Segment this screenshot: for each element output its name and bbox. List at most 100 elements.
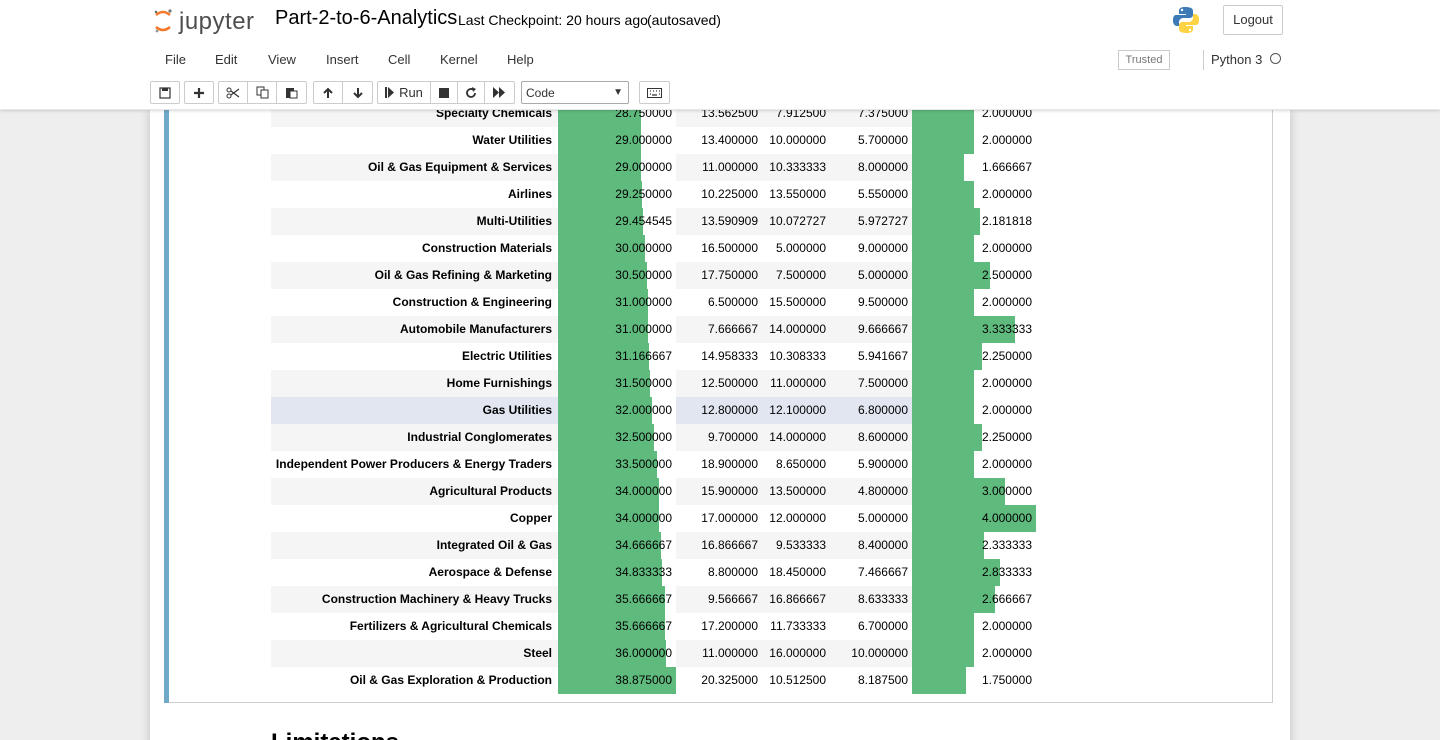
cell-value: 34.833333 <box>615 565 672 579</box>
table-row: Gas Utilities 32.000000 12.800000 12.100000… <box>271 397 1036 424</box>
chevron-down-icon: ▼ <box>613 87 623 98</box>
insert-cell-button[interactable] <box>185 82 213 103</box>
cell-value: 6.700000 <box>857 619 908 633</box>
menu-edit[interactable]: Edit <box>215 52 237 67</box>
cell-value: 9.666667 <box>857 322 908 336</box>
cell-value: 7.500000 <box>775 268 826 282</box>
cell-value: 1.750000 <box>981 673 1032 687</box>
menu-insert[interactable]: Insert <box>326 52 359 67</box>
table-cell-c2: 10.225000 <box>676 181 762 208</box>
table-cell-c2: 18.900000 <box>676 451 762 478</box>
jupyter-logo[interactable]: jupyter <box>153 6 263 36</box>
cell-value: 38.875000 <box>615 673 672 687</box>
cell-value: 18.450000 <box>769 565 826 579</box>
copy-button[interactable] <box>248 82 277 103</box>
row-label: Integrated Oil & Gas <box>271 532 558 559</box>
cell-value: 14.000000 <box>769 430 826 444</box>
cell-value: 10.000000 <box>851 646 908 660</box>
cell-value: 9.566667 <box>707 592 758 606</box>
row-label: Automobile Manufacturers <box>271 316 558 343</box>
cell-value: 12.500000 <box>701 376 758 390</box>
command-palette-group <box>639 81 670 104</box>
logout-button[interactable]: Logout <box>1223 5 1283 35</box>
menu-file[interactable]: File <box>165 52 186 67</box>
cell-value: 2.500000 <box>981 268 1032 282</box>
move-up-button[interactable] <box>314 82 343 103</box>
restart-button[interactable] <box>458 82 485 103</box>
cell-value: 9.700000 <box>707 430 758 444</box>
table-row: Construction Materials 30.000000 16.500000… <box>271 235 1036 262</box>
arrow-down-icon <box>352 87 363 98</box>
data-bar <box>912 532 984 559</box>
cell-value: 10.333333 <box>769 160 826 174</box>
menu-kernel[interactable]: Kernel <box>440 52 478 67</box>
cell-value: 8.633333 <box>857 592 908 606</box>
table-cell-c2: 9.566667 <box>676 586 762 613</box>
menu-help[interactable]: Help <box>507 52 534 67</box>
table-cell-c3: 11.733333 <box>762 613 830 640</box>
cell-value: 34.000000 <box>615 511 672 525</box>
cell-value: 29.000000 <box>615 133 672 147</box>
table-cell-c3: 10.000000 <box>762 127 830 154</box>
cell-value: 18.900000 <box>701 457 758 471</box>
table-cell-c3: 8.650000 <box>762 451 830 478</box>
table-cell-c3: 18.450000 <box>762 559 830 586</box>
fast-forward-icon <box>493 87 505 98</box>
table-cell-c5: 2.000000 <box>912 127 1036 154</box>
table-cell-c4: 9.000000 <box>830 235 912 262</box>
table-cell-c4: 6.700000 <box>830 613 912 640</box>
jupyter-wordmark: jupyter <box>179 8 255 35</box>
plus-icon <box>194 87 204 98</box>
cell-value: 2.000000 <box>981 619 1032 633</box>
table-cell-c4: 6.800000 <box>830 397 912 424</box>
row-label: Oil & Gas Exploration & Production <box>349 673 552 687</box>
autosave-status: (autosaved) <box>647 12 721 28</box>
table-cell-c3: 9.533333 <box>762 532 830 559</box>
restart-run-all-button[interactable] <box>485 82 514 103</box>
row-label: Copper <box>510 511 552 525</box>
cell-value: 12.800000 <box>701 403 758 417</box>
cell-value: 30.500000 <box>615 268 672 282</box>
cell-value: 16.000000 <box>769 646 826 660</box>
menu-cell[interactable]: Cell <box>388 52 410 67</box>
kernel-name[interactable]: Python 3 <box>1211 52 1262 67</box>
table-cell-c3: 5.000000 <box>762 235 830 262</box>
cell-value: 5.550000 <box>857 187 908 201</box>
table-row: Electric Utilities 31.166667 14.958333 10.3… <box>271 343 1036 370</box>
cut-button[interactable] <box>219 82 248 103</box>
cell-value: 34.000000 <box>615 484 672 498</box>
cell-type-select[interactable]: Code ▼ <box>521 81 629 104</box>
cell-value: 16.866667 <box>769 592 826 606</box>
trusted-indicator[interactable]: Trusted <box>1118 50 1170 70</box>
table-cell-c3: 12.000000 <box>762 505 830 532</box>
cell-value: 9.533333 <box>775 538 826 552</box>
cell-value: 2.000000 <box>981 376 1032 390</box>
cell-value: 6.800000 <box>857 403 908 417</box>
move-down-button[interactable] <box>343 82 372 103</box>
table-cell-c5: 2.000000 <box>912 235 1036 262</box>
command-palette-button[interactable] <box>640 82 669 103</box>
cell-value: 20.325000 <box>701 673 758 687</box>
interrupt-button[interactable] <box>431 82 458 103</box>
table-cell-c2: 8.800000 <box>676 559 762 586</box>
run-button[interactable]: Run <box>378 82 431 103</box>
table-cell-c3: 14.000000 <box>762 424 830 451</box>
cell-value: 36.000000 <box>615 646 672 660</box>
table-cell-c2: 11.000000 <box>676 640 762 667</box>
row-label: Steel <box>271 640 558 667</box>
kernel-idle-icon <box>1270 53 1281 64</box>
cell-value: 9.500000 <box>857 295 908 309</box>
data-bar <box>912 397 974 424</box>
save-button[interactable] <box>151 82 179 103</box>
table-cell-c3: 13.500000 <box>762 478 830 505</box>
data-bar <box>912 181 974 208</box>
cell-value: 9.000000 <box>857 241 908 255</box>
menu-view[interactable]: View <box>268 52 296 67</box>
table-cell-c1: 35.666667 <box>558 586 676 613</box>
paste-button[interactable] <box>277 82 306 103</box>
cell-value: 2.000000 <box>981 295 1032 309</box>
table-cell-c1: 29.250000 <box>558 181 676 208</box>
cut-icon <box>226 87 240 98</box>
notebook-title[interactable]: Part-2-to-6-Analytics <box>275 7 457 30</box>
table-cell-c1: 32.500000 <box>558 424 676 451</box>
